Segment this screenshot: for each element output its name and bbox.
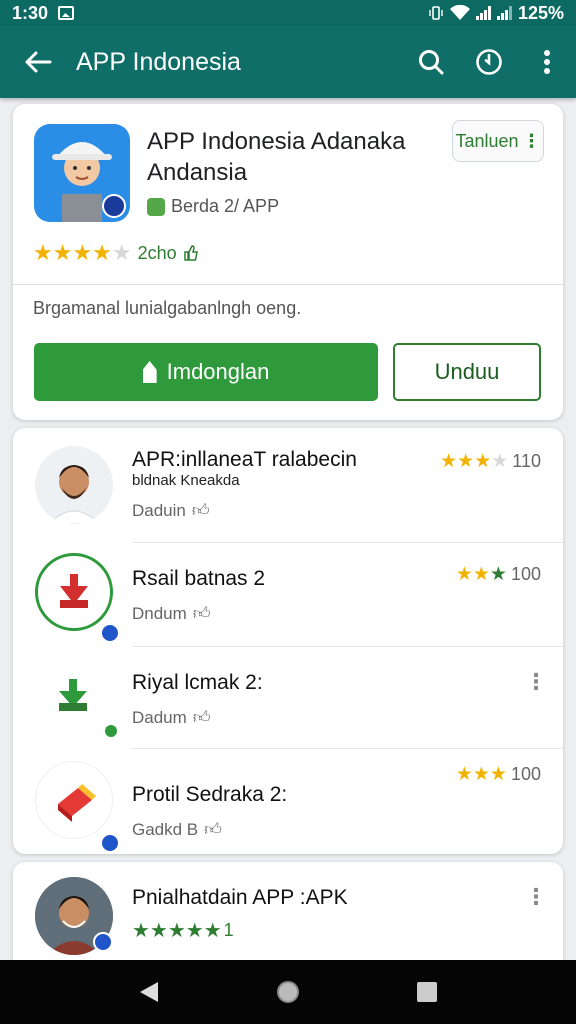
red-download-icon xyxy=(60,574,88,608)
item-rating: ★★★ 100 xyxy=(456,563,541,586)
app-bar: APP Indonesia xyxy=(0,26,576,98)
status-time: 1:30 xyxy=(12,2,49,23)
item-name: Rsail batnas 2 xyxy=(132,567,266,590)
more-vert-icon xyxy=(544,50,550,74)
divider xyxy=(13,284,563,285)
avatar xyxy=(35,657,113,735)
page-title: APP Indonesia xyxy=(76,47,241,76)
system-nav-bar xyxy=(0,960,576,1024)
arrow-back-icon xyxy=(25,51,52,73)
avatar xyxy=(35,553,113,631)
man-avatar-icon xyxy=(35,446,113,524)
download-label: Dndum xyxy=(132,603,187,623)
item-subtitle: bldnak Kneakda xyxy=(132,472,240,489)
app-list-card: APR:inllaneaT ralabecin bldnak Kneakda D… xyxy=(13,428,563,854)
rating-score: 1 xyxy=(223,920,234,940)
battery-level: 125% xyxy=(517,2,564,23)
item-name: Pnialhatdain APP :APK xyxy=(132,886,348,909)
rating-score: 110 xyxy=(512,451,541,471)
download-row: Dadum 👍︎ xyxy=(132,707,211,728)
status-bar: 1:30 125% xyxy=(0,0,576,26)
history-button[interactable] xyxy=(460,26,518,98)
search-button[interactable] xyxy=(402,26,460,98)
download-row: Daduin 👍︎ xyxy=(132,500,210,521)
red-book-icon xyxy=(58,784,96,822)
install-label: Imdonglan xyxy=(166,359,270,384)
item-rating: ★★★★ 110 xyxy=(440,450,541,473)
verified-badge-icon xyxy=(100,623,120,643)
more-vert-icon[interactable]: ⋮ xyxy=(525,669,547,695)
download-label: Gadkd B xyxy=(132,819,199,839)
avatar xyxy=(35,761,113,839)
open-button[interactable]: Unduu xyxy=(393,343,541,401)
verified-badge-icon xyxy=(93,932,113,952)
download-label: Daduin xyxy=(132,500,186,520)
status-dot-icon xyxy=(103,723,119,739)
verified-badge-icon xyxy=(100,833,120,853)
download-row: Dndum 👍︎ xyxy=(132,603,211,624)
item-name: Riyal lcmak 2: xyxy=(132,671,263,694)
download-label: Dadum xyxy=(132,707,187,727)
list-item[interactable]: Protil Sedraka 2: Gadkd B 👍︎ ★★★ 100 xyxy=(13,749,563,854)
item-rating: ★★★ 100 xyxy=(456,763,541,786)
star-rating: ★★★ xyxy=(455,764,507,785)
back-triangle-icon[interactable] xyxy=(138,980,160,1004)
item-name: Protil Sedraka 2: xyxy=(132,783,288,806)
download-row: Gadkd B 👍︎ xyxy=(132,819,222,840)
more-vert-icon[interactable]: ⋮ xyxy=(525,884,547,910)
android-icon xyxy=(147,197,165,216)
rating-score: 100 xyxy=(510,764,541,784)
search-icon xyxy=(419,50,444,75)
developer-name: Berda 2/ APP xyxy=(171,196,280,216)
back-button[interactable] xyxy=(0,26,76,98)
top-action-label: Tanluen xyxy=(455,130,519,151)
rating-row: ★★★★★ 2cho xyxy=(33,240,199,266)
vibrate-icon xyxy=(429,6,443,20)
more-vert-icon: ⋮ xyxy=(522,130,541,151)
green-download-icon xyxy=(59,679,87,711)
wifi-icon xyxy=(449,5,470,20)
list-item[interactable]: APR:inllaneaT ralabecin bldnak Kneakda D… xyxy=(13,428,563,542)
rating-count: 2cho xyxy=(137,242,177,263)
app-title: APP Indonesia Adanaka Andansia xyxy=(147,128,406,186)
star-rating: ★★★★★ xyxy=(132,920,222,942)
top-action-button[interactable]: Tanluen ⋮ xyxy=(452,120,544,162)
item-rating: ★★★★★ 1 xyxy=(132,918,234,943)
thumb-up-icon: 👍︎ xyxy=(192,604,211,623)
star-rating: ★★★ xyxy=(455,564,507,585)
thumb-up-icon: 👍︎ xyxy=(192,708,211,727)
featured-app-card: APP Indonesia Adanaka Andansia Berda 2/ … xyxy=(13,104,563,420)
developer-row: Berda 2/ APP xyxy=(147,196,279,217)
star-rating: ★★★★ xyxy=(440,451,509,472)
rating-score: 100 xyxy=(510,564,541,584)
app-description: Brgamanal lunialgabanlngh oeng. xyxy=(33,298,302,318)
clock-download-icon xyxy=(476,49,502,75)
gallery-notification-icon xyxy=(58,6,75,20)
list-item[interactable]: Rsail batnas 2 Dndum 👍︎ ★★★ 100 xyxy=(13,543,563,646)
home-circle-icon[interactable] xyxy=(275,979,301,1005)
star-rating: ★★★★★ xyxy=(33,240,132,265)
item-name: APR:inllaneaT ralabecin xyxy=(132,448,357,471)
install-button[interactable]: Imdonglan xyxy=(34,343,378,401)
thumb-up-icon: 👍︎ xyxy=(204,820,222,839)
open-label: Unduu xyxy=(434,359,500,384)
list-item[interactable]: Riyal lcmak 2: Dadum 👍︎ ⋮ xyxy=(13,647,563,748)
overflow-menu-button[interactable] xyxy=(518,26,576,98)
thumb-up-icon: 👍︎ xyxy=(191,501,210,520)
avatar xyxy=(35,446,113,524)
list-item[interactable]: Pnialhatdain APP :APK ★★★★★ 1 ⋮ xyxy=(13,862,563,972)
verified-badge-icon xyxy=(102,194,126,218)
signal-icon xyxy=(475,6,491,20)
bottom-app-card[interactable]: Pnialhatdain APP :APK ★★★★★ 1 ⋮ xyxy=(13,862,563,972)
install-icon xyxy=(142,361,157,383)
recents-square-icon[interactable] xyxy=(416,981,438,1003)
signal-icon-2 xyxy=(496,6,512,20)
app-icon[interactable] xyxy=(34,124,130,222)
thumb-up-icon xyxy=(183,245,198,261)
